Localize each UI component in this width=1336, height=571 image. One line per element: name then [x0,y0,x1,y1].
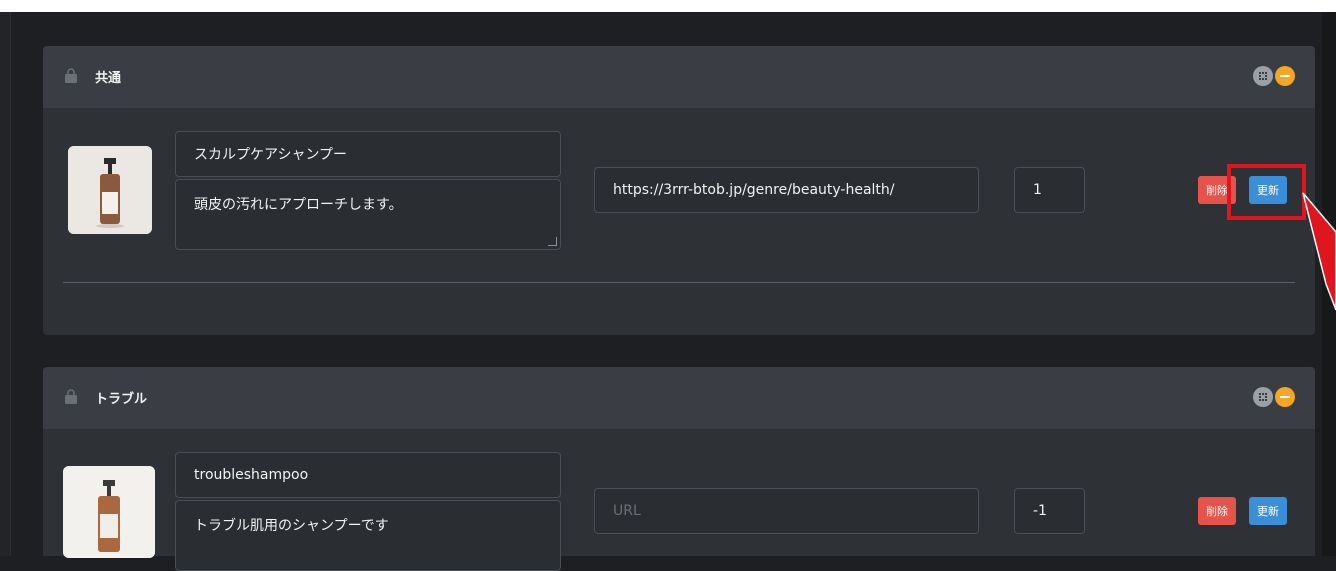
update-button[interactable]: 更新 [1249,497,1287,525]
url-input[interactable]: https://3rrr-btob.jp/genre/beauty-health… [594,167,979,213]
delete-button[interactable]: 削除 [1198,497,1236,525]
panel-header: トラブル [43,367,1315,429]
product-description-textarea[interactable]: 頭皮の汚れにアプローチします。 [175,179,561,250]
collapse-icon[interactable] [1275,66,1295,86]
product-description-textarea[interactable]: トラブル肌用のシャンプーです [175,500,561,571]
resize-grip-icon[interactable] [548,237,557,246]
highlight-box [1227,164,1306,220]
expand-icon[interactable] [1253,387,1273,407]
panel-title: トラブル [95,392,148,407]
order-input[interactable]: -1 [1014,488,1085,534]
divider [63,282,1295,283]
product-image [68,146,152,234]
top-bar [0,0,1336,12]
url-input[interactable]: URL [594,488,979,534]
order-value: -1 [1033,503,1047,519]
order-input[interactable]: 1 [1014,167,1085,213]
product-name-value: troubleshampoo [194,467,309,483]
category-panel-common: 共通 スカルプケアシャンプー 頭皮の汚れにアプローチします。 https://3… [43,46,1315,335]
product-name-value: スカルプケアシャンプー [194,147,348,163]
product-description-value: トラブル肌用のシャンプーです [194,518,389,534]
product-image [63,466,155,558]
product-name-input[interactable]: スカルプケアシャンプー [175,131,561,177]
panel-title: 共通 [95,71,122,86]
bag-icon [65,389,77,404]
url-placeholder: URL [613,503,641,519]
category-panel-trouble: トラブル troubleshampoo トラブル肌用のシャンプーです URL -… [43,367,1315,571]
order-value: 1 [1033,182,1042,198]
expand-icon[interactable] [1253,66,1273,86]
arrow-pointer [1302,192,1336,311]
product-name-input[interactable]: troubleshampoo [175,452,561,498]
panel-header: 共通 [43,46,1315,108]
product-description-value: 頭皮の汚れにアプローチします。 [194,197,403,213]
left-sidebar-edge [0,12,11,556]
url-value: https://3rrr-btob.jp/genre/beauty-health… [613,182,895,198]
collapse-icon[interactable] [1275,387,1295,407]
bag-icon [65,68,77,83]
